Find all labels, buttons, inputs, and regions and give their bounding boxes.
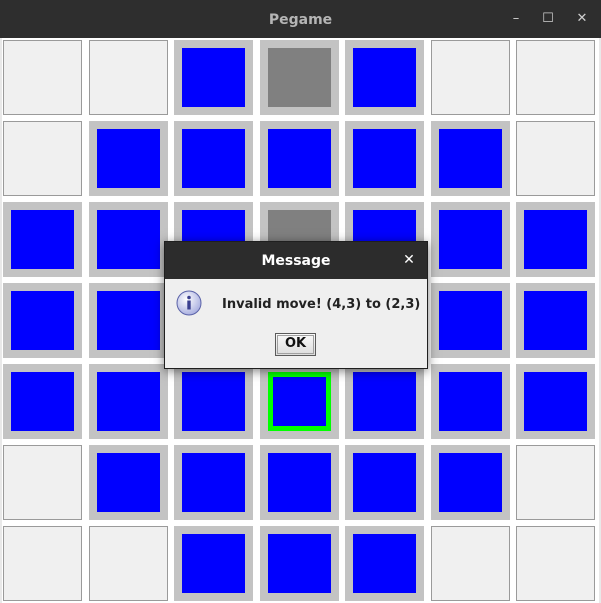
board-cell-peg[interactable]	[260, 526, 339, 601]
peg	[268, 453, 331, 512]
peg	[182, 48, 245, 107]
board-cell-peg[interactable]	[89, 445, 168, 520]
board-cell-peg[interactable]	[174, 121, 253, 196]
peg	[97, 372, 160, 431]
hole-marker	[268, 48, 331, 107]
board-cell-peg[interactable]	[89, 202, 168, 277]
peg	[11, 291, 74, 350]
peg	[439, 291, 502, 350]
app-window: Pegame – ☐ ✕ Message ✕ Invalid move! (4,…	[0, 0, 601, 603]
peg	[268, 372, 331, 431]
peg	[97, 453, 160, 512]
message-dialog: Message ✕ Invalid move! (4,3) to (2,3) O…	[164, 241, 428, 369]
board-cell-empty[interactable]	[516, 40, 595, 115]
close-icon[interactable]: ✕	[572, 9, 592, 29]
board-cell-peg[interactable]	[260, 445, 339, 520]
board-cell-peg[interactable]	[516, 364, 595, 439]
title-bar[interactable]: Pegame – ☐ ✕	[0, 0, 601, 38]
board-cell-peg[interactable]	[345, 445, 424, 520]
board-cell-peg[interactable]	[260, 121, 339, 196]
dialog-title: Message	[165, 242, 427, 279]
board-cell-peg[interactable]	[89, 121, 168, 196]
peg	[268, 129, 331, 188]
board-cell-empty[interactable]	[431, 40, 510, 115]
board-cell-peg[interactable]	[3, 202, 82, 277]
board-cell-peg[interactable]	[3, 283, 82, 358]
board-cell-peg[interactable]	[174, 364, 253, 439]
board-cell-empty[interactable]	[89, 526, 168, 601]
board-cell-empty[interactable]	[431, 526, 510, 601]
board-cell-peg[interactable]	[431, 202, 510, 277]
maximize-icon[interactable]: ☐	[538, 9, 558, 29]
board-cell-peg[interactable]	[89, 283, 168, 358]
info-icon	[176, 290, 202, 316]
board-cell-peg[interactable]	[431, 121, 510, 196]
peg	[439, 129, 502, 188]
board-cell-peg[interactable]	[89, 364, 168, 439]
board-cell-empty[interactable]	[516, 121, 595, 196]
peg	[524, 210, 587, 269]
board-cell-empty[interactable]	[3, 121, 82, 196]
board-cell-empty[interactable]	[3, 445, 82, 520]
board-cell-peg[interactable]	[431, 283, 510, 358]
board-cell-empty[interactable]	[3, 40, 82, 115]
board-cell-peg[interactable]	[345, 40, 424, 115]
peg	[439, 372, 502, 431]
peg	[97, 291, 160, 350]
peg	[353, 48, 416, 107]
peg	[524, 372, 587, 431]
peg	[353, 129, 416, 188]
dialog-message: Invalid move! (4,3) to (2,3)	[222, 297, 421, 312]
dialog-close-icon[interactable]: ✕	[401, 252, 417, 268]
peg	[353, 372, 416, 431]
peg	[97, 129, 160, 188]
peg	[182, 453, 245, 512]
board-cell-peg[interactable]	[345, 121, 424, 196]
board-cell-peg[interactable]	[431, 364, 510, 439]
board-cell-peg[interactable]	[345, 364, 424, 439]
board-cell-peg[interactable]	[345, 526, 424, 601]
peg	[11, 210, 74, 269]
board-cell-peg[interactable]	[516, 283, 595, 358]
peg	[182, 129, 245, 188]
peg	[524, 291, 587, 350]
board-cell-empty[interactable]	[516, 445, 595, 520]
minimize-icon[interactable]: –	[506, 9, 526, 29]
board-cell-empty[interactable]	[3, 526, 82, 601]
board-cell-hole[interactable]	[260, 40, 339, 115]
board-cell-peg[interactable]	[174, 445, 253, 520]
board-cell-empty[interactable]	[89, 40, 168, 115]
peg	[97, 210, 160, 269]
peg	[439, 210, 502, 269]
board-cell-peg[interactable]	[516, 202, 595, 277]
board-cell-selected[interactable]	[260, 364, 339, 439]
board-cell-peg[interactable]	[431, 445, 510, 520]
board-cell-peg[interactable]	[174, 526, 253, 601]
ok-button[interactable]: OK	[275, 333, 316, 356]
board-cell-empty[interactable]	[516, 526, 595, 601]
board-cell-peg[interactable]	[174, 40, 253, 115]
peg	[439, 453, 502, 512]
peg	[11, 372, 74, 431]
board-cell-peg[interactable]	[3, 364, 82, 439]
peg	[353, 453, 416, 512]
peg	[268, 534, 331, 593]
peg	[353, 534, 416, 593]
peg	[182, 372, 245, 431]
peg	[182, 534, 245, 593]
